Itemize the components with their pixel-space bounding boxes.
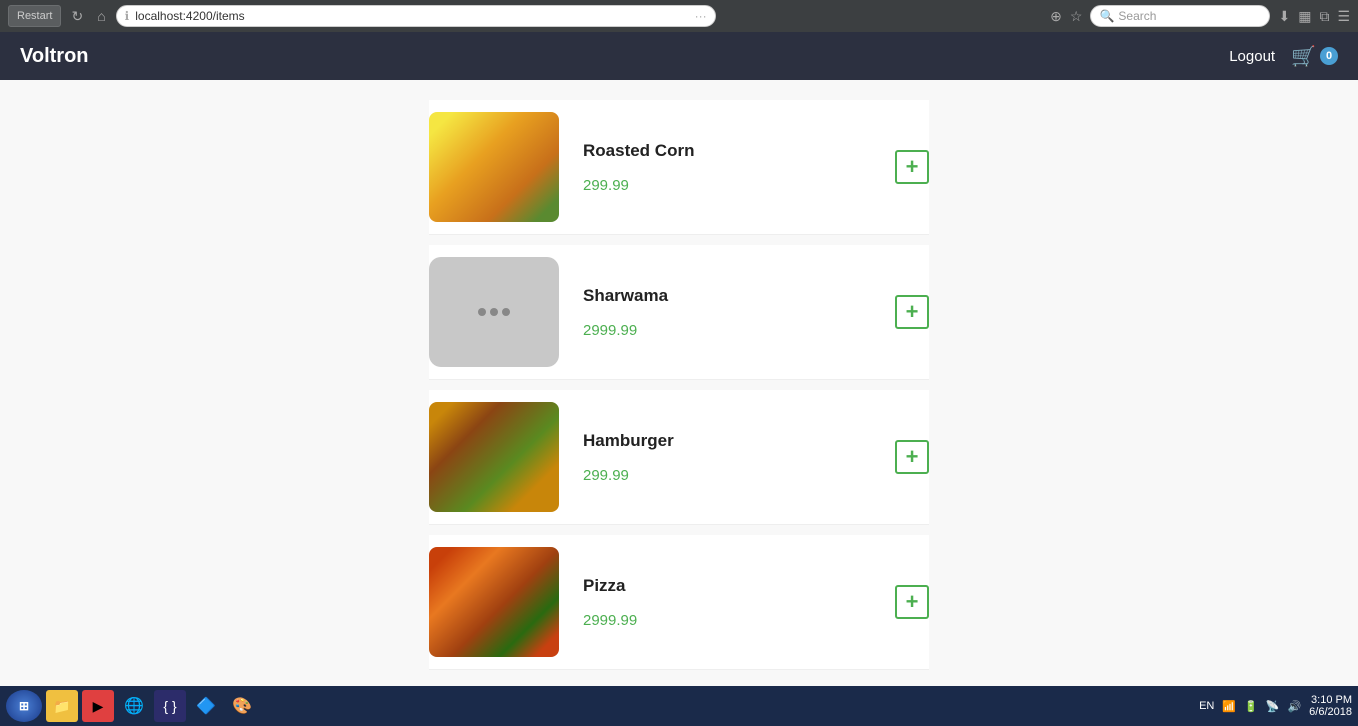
address-bar[interactable]: ℹ localhost:4200/items ··· bbox=[116, 5, 716, 27]
item-name-pizza: Pizza bbox=[583, 576, 871, 596]
taskbar-icon-code[interactable]: { } bbox=[154, 690, 186, 722]
pocket-icon[interactable]: ⊕ bbox=[1050, 8, 1062, 25]
taskbar-icon-media[interactable]: ▶ bbox=[82, 690, 114, 722]
address-text: localhost:4200/items bbox=[135, 9, 688, 23]
taskbar-right: EN 📶 🔋 📡 🔊 3:10 PM 6/6/2018 bbox=[1199, 694, 1352, 718]
item-info-roasted-corn: Roasted Corn 299.99 bbox=[583, 141, 871, 194]
cart-icon[interactable]: 🛒 0 bbox=[1291, 44, 1338, 69]
taskbar-lang: EN bbox=[1199, 700, 1214, 712]
add-to-cart-button-hamburger[interactable]: + bbox=[895, 440, 929, 474]
taskbar-clock: 3:10 PM 6/6/2018 bbox=[1309, 694, 1352, 718]
browser-chrome: Restart ↻ ⌂ ℹ localhost:4200/items ··· ⊕… bbox=[0, 0, 1358, 32]
item-info-pizza: Pizza 2999.99 bbox=[583, 576, 871, 629]
taskbar-icon-app2[interactable]: 🎨 bbox=[226, 690, 258, 722]
taskbar-icon-chrome[interactable]: 🌐 bbox=[118, 690, 150, 722]
item-image-pizza bbox=[429, 547, 559, 657]
item-price-roasted-corn: 299.99 bbox=[583, 177, 871, 194]
menu-icon[interactable]: ☰ bbox=[1337, 8, 1350, 25]
app-brand: Voltron bbox=[20, 45, 1229, 68]
taskbar-time: 3:10 PM bbox=[1311, 694, 1352, 706]
add-to-cart-button-sharwama[interactable]: + bbox=[895, 295, 929, 329]
item-image-hamburger bbox=[429, 402, 559, 512]
bookmark-icon[interactable]: ☆ bbox=[1070, 8, 1083, 25]
search-placeholder-text: Search bbox=[1118, 9, 1156, 23]
add-to-cart-button-roasted-corn[interactable]: + bbox=[895, 150, 929, 184]
main-content: Roasted Corn 299.99 + Sharwama 2999.99 + bbox=[0, 80, 1358, 700]
info-icon: ℹ bbox=[125, 9, 130, 23]
item-info-hamburger: Hamburger 299.99 bbox=[583, 431, 871, 484]
item-price-sharwama: 2999.99 bbox=[583, 322, 871, 339]
download-icon[interactable]: ⬇ bbox=[1278, 8, 1290, 25]
back-icon[interactable]: ↻ bbox=[67, 6, 87, 27]
item-row-roasted-corn: Roasted Corn 299.99 + bbox=[429, 100, 929, 235]
taskbar-date: 6/6/2018 bbox=[1309, 706, 1352, 718]
item-image-roasted-corn bbox=[429, 112, 559, 222]
taskbar-volume-icon: 🔊 bbox=[1287, 700, 1301, 713]
home-icon[interactable]: ⌂ bbox=[93, 6, 109, 26]
item-price-pizza: 2999.99 bbox=[583, 612, 871, 629]
item-row-hamburger: Hamburger 299.99 + bbox=[429, 390, 929, 525]
restart-button[interactable]: Restart bbox=[8, 5, 61, 27]
cart-count-badge: 0 bbox=[1320, 47, 1338, 65]
app-nav-right: Logout 🛒 0 bbox=[1229, 44, 1338, 69]
item-name-sharwama: Sharwama bbox=[583, 286, 871, 306]
item-info-sharwama: Sharwama 2999.99 bbox=[583, 286, 871, 339]
item-price-hamburger: 299.99 bbox=[583, 467, 871, 484]
item-row-sharwama: Sharwama 2999.99 + bbox=[429, 245, 929, 380]
taskbar-icon-explorer[interactable]: 📁 bbox=[46, 690, 78, 722]
taskbar-icon-app1[interactable]: 🔷 bbox=[190, 690, 222, 722]
address-dots: ··· bbox=[695, 9, 707, 23]
taskbar-wifi-icon: 📡 bbox=[1266, 700, 1280, 713]
tabs-icon[interactable]: ⧉ bbox=[1319, 8, 1329, 25]
taskbar: ⊞ 📁 ▶ 🌐 { } 🔷 🎨 EN 📶 🔋 📡 🔊 3:10 PM 6/6/2… bbox=[0, 686, 1358, 726]
item-name-roasted-corn: Roasted Corn bbox=[583, 141, 871, 161]
app-navbar: Voltron Logout 🛒 0 bbox=[0, 32, 1358, 80]
logout-button[interactable]: Logout bbox=[1229, 48, 1275, 65]
item-row-pizza: Pizza 2999.99 + bbox=[429, 535, 929, 670]
item-name-hamburger: Hamburger bbox=[583, 431, 871, 451]
item-image-sharwama bbox=[429, 257, 559, 367]
cart-symbol: 🛒 bbox=[1291, 44, 1316, 69]
add-to-cart-button-pizza[interactable]: + bbox=[895, 585, 929, 619]
items-container: Roasted Corn 299.99 + Sharwama 2999.99 + bbox=[429, 100, 929, 670]
search-icon: 🔍 bbox=[1099, 9, 1114, 23]
browser-search-bar[interactable]: 🔍 Search bbox=[1090, 5, 1270, 27]
start-button[interactable]: ⊞ bbox=[6, 690, 42, 722]
taskbar-battery-icon: 🔋 bbox=[1244, 700, 1258, 713]
browser-right-icons: ⊕ ☆ 🔍 Search ⬇ ▦ ⧉ ☰ bbox=[1050, 5, 1350, 27]
library-icon[interactable]: ▦ bbox=[1298, 8, 1311, 25]
taskbar-network-icon: 📶 bbox=[1222, 700, 1236, 713]
